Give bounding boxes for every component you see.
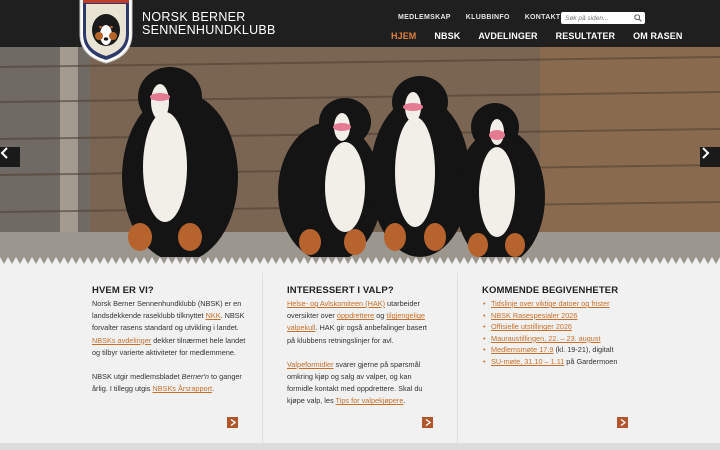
link-nbsk-avdelinger[interactable]: NBSKs avdelinger <box>92 336 151 345</box>
link-nkk[interactable]: NKK <box>206 311 221 320</box>
text: . <box>403 396 406 406</box>
list-item: Offisielle utstillinger 2026 <box>482 321 652 333</box>
nav-item-resultater[interactable]: RESULTATER <box>556 31 616 41</box>
text: og <box>374 311 387 321</box>
event-link[interactable]: Medlemsmøte 17.9 <box>491 345 553 354</box>
search-icon[interactable] <box>634 14 642 22</box>
event-link[interactable]: NBSK Rasespesialer 2026 <box>491 311 577 320</box>
magazine-paragraph: NBSK utgir medlemsbladet Berner'n to gan… <box>92 371 247 395</box>
nav-item-hjem[interactable]: HJEM <box>391 31 416 41</box>
link-hak[interactable]: Helse- og Avlskomiteen (HAK) <box>287 299 385 308</box>
main-nav: HJEM NBSK AVDELINGER RESULTATER OM RASEN <box>391 31 700 41</box>
read-more-button[interactable] <box>422 417 433 428</box>
text: (kl. 19-21), digitalt <box>553 345 614 355</box>
hero-slider <box>0 47 720 262</box>
magazine-name: Berner'n <box>181 372 209 382</box>
list-item: SU-møte, 31.10 – 1.11 på Gardermoen <box>482 356 652 368</box>
club-logo[interactable] <box>78 0 134 64</box>
nav-item-nbsk[interactable]: NBSK <box>434 31 460 41</box>
intro-paragraph: Norsk Berner Sennenhundklubb (NBSK) er e… <box>92 298 247 359</box>
event-link[interactable]: Tidslinje over viktige datoer og frister <box>491 299 610 308</box>
link-valpeformidler[interactable]: Valpeformidler <box>287 360 334 369</box>
link-arsrapport[interactable]: NBSKs Årsrapport <box>152 384 212 393</box>
search-box <box>561 12 645 24</box>
chevron-right-icon <box>702 147 710 159</box>
link-oppdrettere[interactable]: oppdrettere <box>337 311 374 320</box>
slider-prev-button[interactable] <box>0 147 20 167</box>
list-item: Tidslinje over viktige datoer og frister <box>482 298 652 310</box>
column-divider <box>457 273 458 443</box>
valpeformidler-paragraph: Valpeformidler svarer gjerne på spørsmål… <box>287 359 437 408</box>
column-puppy: INTERESSERT I VALP? Helse- og Avlskomite… <box>287 265 437 443</box>
content-area: HVEM ER VI? Norsk Berner Sennenhundklubb… <box>0 265 720 443</box>
link-tips-valpekjopere[interactable]: Tips for valpekjøpere <box>336 396 404 405</box>
text: på Gardermoen <box>564 356 618 366</box>
nav-item-om-rasen[interactable]: OM RASEN <box>633 31 682 41</box>
chevron-left-icon <box>0 147 8 159</box>
read-more-button[interactable] <box>617 417 628 428</box>
column-title: INTERESSERT I VALP? <box>287 285 394 296</box>
nav-item-avdelinger[interactable]: AVDELINGER <box>478 31 537 41</box>
arrow-right-icon <box>230 419 236 426</box>
event-link[interactable]: Offisielle utstillinger 2026 <box>491 322 572 331</box>
hak-paragraph: Helse- og Avlskomiteen (HAK) utarbeider … <box>287 298 437 347</box>
text: NBSK utgir medlemsbladet <box>92 372 182 382</box>
site-title[interactable]: NORSK BERNER SENNENHUNDKLUBB <box>142 11 276 37</box>
utility-link-medlemskap[interactable]: MEDLEMSKAP <box>398 14 451 21</box>
event-list: Tidslinje over viktige datoer og frister… <box>482 298 652 368</box>
slider-next-button[interactable] <box>700 147 720 167</box>
utility-link-klubbinfo[interactable]: KLUBBINFO <box>466 14 510 21</box>
event-link[interactable]: Mauraustillingen, 22. – 23. august <box>491 334 601 343</box>
read-more-button[interactable] <box>227 417 238 428</box>
list-item: Medlemsmøte 17.9 (kl. 19-21), digitalt <box>482 344 652 356</box>
column-who-are-we: HVEM ER VI? Norsk Berner Sennenhundklubb… <box>92 265 247 443</box>
column-divider <box>262 273 263 443</box>
event-link[interactable]: SU-møte, 31.10 – 1.11 <box>491 357 564 366</box>
column-title: KOMMENDE BEGIVENHETER <box>482 285 619 296</box>
list-item: NBSK Rasespesialer 2026 <box>482 310 652 322</box>
footer-strip <box>0 443 720 450</box>
search-input[interactable] <box>565 14 631 22</box>
arrow-right-icon <box>425 419 431 426</box>
site-title-line2: SENNENHUNDKLUBB <box>142 23 276 37</box>
zigzag-divider <box>0 257 720 265</box>
text: . <box>212 384 215 394</box>
hero-image <box>0 47 720 262</box>
column-title: HVEM ER VI? <box>92 285 154 296</box>
list-item: Mauraustillingen, 22. – 23. august <box>482 333 652 345</box>
arrow-right-icon <box>620 419 626 426</box>
